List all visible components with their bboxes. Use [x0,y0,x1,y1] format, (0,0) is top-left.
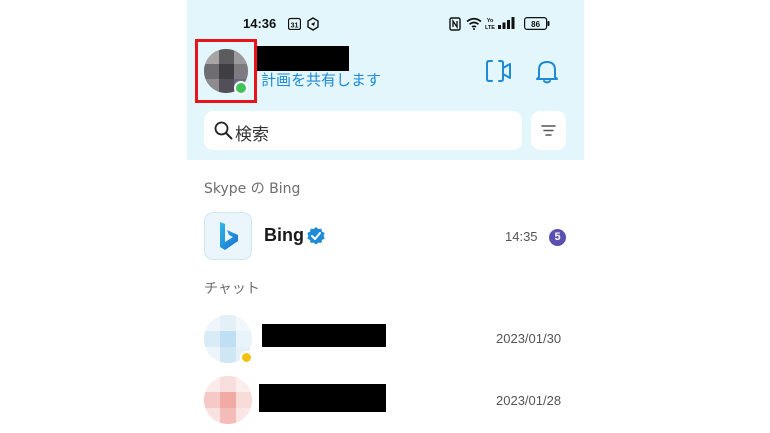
svg-text:LTE: LTE [485,25,495,30]
video-call-icon [486,60,511,82]
notifications-button[interactable] [532,56,562,86]
search-icon [214,121,233,144]
skype-app-screen: 14:36 31 Yo LTE 86 計画を共有します 検索 Skype の B… [187,0,584,433]
chat-date: 2023/01/28 [496,393,562,408]
status-bar: 14:36 31 Yo LTE 86 [187,14,584,36]
filter-icon [541,125,556,136]
bing-icon [220,222,238,250]
wifi-icon [466,17,482,33]
mood-message[interactable]: 計画を共有します [261,69,381,90]
search-bar[interactable]: 検索 [204,111,522,150]
redacted-contact-name [262,324,386,347]
bing-last-message-time: 14:35 [505,229,538,244]
bing-contact-name: Bing [264,225,304,245]
redacted-contact-name [259,384,386,412]
filter-button[interactable] [531,111,566,150]
header: 14:36 31 Yo LTE 86 計画を共有します 検索 [187,0,584,160]
verified-badge-icon [306,226,326,250]
bell-icon [536,61,558,84]
chat-avatar-2 [204,376,252,424]
search-placeholder: 検索 [235,125,269,145]
signal-icon [498,17,516,32]
svg-text:Yo: Yo [487,18,494,24]
chat-date: 2023/01/30 [496,331,562,346]
sync-icon [306,17,320,34]
battery-icon: 86 [524,17,551,33]
bing-section-heading: Skype の Bing [204,181,301,197]
redacted-user-name [257,46,349,71]
video-call-button[interactable] [483,56,513,86]
status-time: 14:36 [243,16,277,31]
bing-logo [204,212,252,260]
unread-count-badge: 5 [549,229,566,246]
chats-section-heading: チャット [204,281,260,297]
calendar-date: 31 [291,23,299,30]
nfc-icon [449,17,461,34]
highlight-box [195,39,257,103]
calendar-icon: 31 [287,17,302,33]
volte-icon: Yo LTE [485,16,495,33]
away-status-dot [240,351,253,364]
battery-level: 86 [531,20,540,29]
